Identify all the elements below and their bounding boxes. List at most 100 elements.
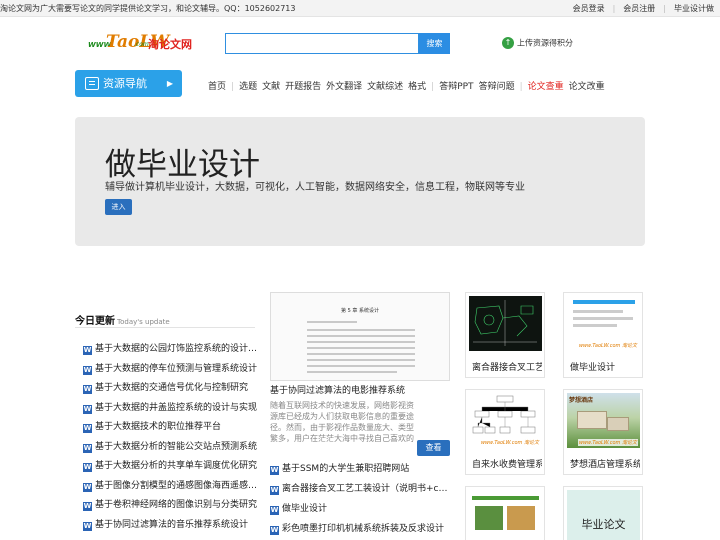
card-thumbnail	[469, 490, 542, 540]
list-item[interactable]: W 基于大数据技术的职位推荐平台	[83, 419, 258, 439]
list-item-title: 基于协同过滤算法的音乐推荐系统设计	[95, 519, 249, 530]
document-list-icon	[85, 77, 99, 90]
doc-text-line	[307, 329, 415, 331]
search-input[interactable]	[226, 34, 418, 53]
today-update-subtitle: Today's update	[117, 318, 170, 326]
featured-thumbnail[interactable]: 第 5 章 系统设计	[270, 292, 450, 381]
word-doc-icon: W	[83, 502, 92, 511]
list-item[interactable]: W 基于SSM的大学生兼职招聘网站	[270, 461, 450, 481]
list-item[interactable]: W 基于协同过滤算法的音乐推荐系统设计	[83, 517, 258, 537]
list-item[interactable]: W 基于大数据的停车位预测与管理系统设计	[83, 361, 258, 381]
doc-text-line	[307, 321, 357, 323]
list-item-title: 基于大数据技术的职位推荐平台	[95, 422, 222, 432]
list-item[interactable]: W 基于大数据的公园灯饰监控系统的设计与实现	[83, 341, 258, 361]
featured-description: 随着互联网技术的快速发展，网络影视资源库已经成为人们获取电影信息的重要途径。然而…	[270, 401, 414, 443]
watermark: www.TaoLW.com 淘论文	[479, 439, 540, 446]
search-box	[225, 33, 419, 54]
menu-item-home[interactable]: 首页	[208, 82, 226, 92]
thumb-line	[573, 324, 617, 327]
list-item[interactable]: W 基于大数据分析的共享单车调度优化研究	[83, 458, 258, 478]
resource-card[interactable]: 离合器接合叉工艺工装设计	[465, 292, 545, 378]
list-item-title: 基于大数据分析的共享单车调度优化研究	[95, 461, 258, 471]
site-logo[interactable]: WWW. TaoLW .com 淘论文网	[88, 32, 198, 56]
list-item[interactable]: W 基于图像分割模型的通感图像海西遥感分析	[83, 478, 258, 498]
top-links: 会员登录 | 会员注册 | 毕业设计做	[565, 3, 714, 14]
list-item[interactable]: W 基于大数据分析的智能公交站点预测系统	[83, 439, 258, 459]
word-doc-icon: W	[83, 404, 92, 414]
list-item-title: 基于大数据的交通信号优化与控制研究	[95, 383, 249, 393]
section-divider	[75, 327, 255, 328]
list-item-title: 离合器接合叉工艺工装设计（说明书+cad图纸）	[282, 484, 450, 494]
view-button[interactable]: 查看	[417, 440, 450, 456]
register-link[interactable]: 会员注册	[623, 4, 655, 13]
list-item-title: 基于卷积神经网络的图像识别与分类研究	[95, 500, 258, 510]
word-doc-icon: W	[83, 521, 92, 531]
doc-text-line	[307, 359, 415, 361]
menu-item-rewrite[interactable]: 论文改重	[569, 82, 605, 92]
list-item-title: 基于大数据的公园灯饰监控系统的设计与实现	[95, 344, 258, 354]
upload-circle-icon: ↑	[502, 37, 514, 49]
hero-enter-button[interactable]: 进入	[105, 199, 132, 215]
arrow-right-icon: ▶	[166, 79, 173, 88]
list-item[interactable]: W 基于大数据的井盖监控系统的设计与实现	[83, 400, 258, 420]
graduation-design-link[interactable]: 毕业设计做	[674, 4, 714, 13]
list-item-title: 做毕业设计	[282, 504, 328, 514]
menu-item-topics[interactable]: 选题	[239, 82, 257, 92]
card-caption: 离合器接合叉工艺工装设计	[472, 363, 542, 373]
resource-card[interactable]: www.TaoLW.com 淘论文 做毕业设计	[563, 292, 643, 378]
menu-item-translation[interactable]: 外文翻译	[326, 82, 362, 92]
word-doc-icon: W	[83, 443, 92, 453]
list-item-title: 基于图像分割模型的通感图像海西遥感分析	[95, 480, 258, 491]
top-bar: 淘论文网为广大需要写论文的同学提供论文学习，和论文辅导。QQ：105260271…	[0, 0, 720, 17]
list-item[interactable]: W 彩色喷墨打印机机械系统拆装及反求设计	[270, 521, 450, 540]
word-doc-icon: W	[83, 365, 92, 375]
resource-card[interactable]: www.TaoLW.com 淘论文 自来水收费管理系统	[465, 389, 545, 475]
list-item-title: 基于大数据分析的智能公交站点预测系统	[95, 441, 258, 452]
menu-item-literature[interactable]: 文献	[262, 82, 280, 92]
divider: |	[431, 82, 435, 92]
list-item[interactable]: W 基于大数据的交通信号优化与控制研究	[83, 380, 258, 400]
watermark: www.TaoLW.com 淘论文	[577, 439, 638, 446]
list-item-title: 基于大数据的井盖监控系统的设计与实现	[95, 402, 258, 413]
thumb-line	[573, 317, 633, 320]
thumb-image	[475, 506, 503, 530]
upload-link[interactable]: ↑ 上传资源得积分	[502, 37, 573, 49]
resource-card[interactable]: 毕业论文	[563, 486, 643, 540]
list-item[interactable]: W离合器接合叉工艺工装设计（说明书+cad图纸）	[270, 481, 450, 501]
list-item[interactable]: W 做毕业设计	[270, 501, 450, 521]
main-menu: 首页 | 选题 文献 开题报告 外文翻译 文献综述 格式 | 答辩PPT 答辩问题 | 论文查重 论文改重	[208, 79, 610, 92]
hero-banner: 做毕业设计 辅导做计算机毕业设计，大数据，可视化，人工智能，数据网络安全，信息工…	[75, 117, 645, 246]
list-item-title: 基于SSM的大学生兼职招聘网站	[282, 464, 410, 474]
cad-drawing-icon	[473, 300, 537, 346]
menu-item-defense-questions[interactable]: 答辩问题	[479, 82, 515, 92]
menu-item-defense-ppt[interactable]: 答辩PPT	[439, 82, 473, 92]
divider: |	[231, 82, 235, 92]
menu-item-proposal[interactable]: 开题报告	[285, 82, 321, 92]
search-button[interactable]: 搜索	[419, 33, 450, 54]
doc-heading: 第 5 章 系统设计	[341, 308, 379, 314]
today-update-label: 今日更新	[75, 316, 115, 327]
today-update-list: W 基于大数据的公园灯饰监控系统的设计与实现 W 基于大数据的停车位预测与管理系统设…	[83, 341, 258, 536]
list-item[interactable]: W 基于卷积神经网络的图像识别与分类研究	[83, 497, 258, 517]
word-doc-icon: W	[270, 506, 279, 515]
list-item-title: 彩色喷墨打印机机械系统拆装及反求设计	[282, 524, 445, 534]
card-thumbnail: 毕业论文	[567, 490, 640, 540]
thumb-header-bar	[472, 496, 539, 500]
hotel-building-icon	[607, 417, 629, 431]
menu-item-review[interactable]: 文献综述	[367, 82, 403, 92]
menu-item-format[interactable]: 格式	[408, 82, 426, 92]
menu-item-plagiarism-check[interactable]: 论文查重	[528, 82, 564, 92]
thumb-overlay-text: 梦想酒店	[569, 397, 594, 404]
resource-card[interactable]	[465, 486, 545, 540]
card-caption: 做毕业设计	[570, 363, 616, 373]
word-doc-icon: W	[270, 486, 279, 495]
resource-card[interactable]: 梦想酒店 www.TaoLW.com 淘论文 梦想酒店管理系统	[563, 389, 643, 475]
word-doc-icon: W	[83, 346, 92, 355]
word-doc-icon: W	[83, 424, 92, 433]
word-doc-icon: W	[270, 526, 279, 535]
resource-nav-button[interactable]: 资源导航 ▶	[75, 70, 182, 97]
featured-title[interactable]: 基于协同过滤算法的电影推荐系统	[270, 383, 405, 396]
login-link[interactable]: 会员登录	[573, 4, 605, 13]
doc-text-line	[307, 347, 415, 349]
word-doc-icon: W	[83, 463, 92, 472]
